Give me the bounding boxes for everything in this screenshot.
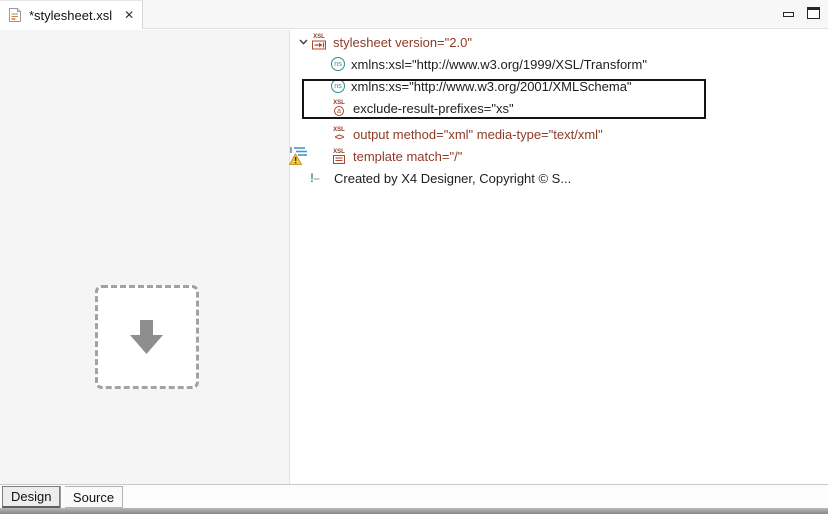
tree-row-label: output method="xml" media-type="text/xml… — [353, 127, 603, 142]
window-bottom-trim — [0, 508, 828, 514]
tab-close-icon[interactable]: ✕ — [124, 8, 134, 22]
xsl-stylesheet-icon: XSL — [311, 34, 327, 50]
xsl-outline-panel: XSL stylesheet version="2.0" ns xmlns:xs… — [291, 30, 828, 484]
drop-arrow-icon — [123, 313, 171, 361]
xsl-template-icon: XSL — [331, 149, 347, 164]
tab-design[interactable]: Design — [2, 486, 60, 508]
tree-row-template[interactable]: XSL template match="/" — [291, 145, 828, 167]
tree-row-stylesheet[interactable]: XSL stylesheet version="2.0" — [291, 31, 828, 53]
tab-title: *stylesheet.xsl — [29, 8, 112, 23]
editor-tab-bar: *stylesheet.xsl ✕ — [0, 0, 828, 29]
minimize-icon[interactable] — [783, 12, 794, 17]
tree-row-comment[interactable]: !-- Created by X4 Designer, Copyright © … — [291, 167, 828, 189]
view-switch-bar: Design Source — [0, 484, 828, 508]
tab-source[interactable]: Source — [65, 486, 123, 508]
tree-row-label: template match="/" — [353, 149, 462, 164]
xsl-file-icon — [7, 7, 23, 23]
comment-icon: !-- — [310, 171, 328, 185]
tree-row-label: xmlns:xs="http://www.w3.org/2001/XMLSche… — [351, 79, 632, 94]
tab-stylesheet-xsl[interactable]: *stylesheet.xsl ✕ — [0, 0, 143, 29]
tree-row-label: exclude-result-prefixes="xs" — [353, 101, 514, 116]
warning-marker-icon — [289, 145, 309, 166]
tree-row-exclude-result-prefixes[interactable]: XSL a exclude-result-prefixes="xs" — [291, 97, 828, 119]
tree-row-xmlns-xsl[interactable]: ns xmlns:xsl="http://www.w3.org/1999/XSL… — [291, 53, 828, 75]
design-canvas — [0, 30, 290, 484]
tree-row-xmlns-xs[interactable]: ns xmlns:xs="http://www.w3.org/2001/XMLS… — [291, 75, 828, 97]
xsl-tree: XSL stylesheet version="2.0" ns xmlns:xs… — [291, 30, 828, 189]
xsl-output-icon: XSL <> — [331, 127, 347, 141]
maximize-icon[interactable] — [807, 7, 820, 19]
chevron-down-icon[interactable] — [296, 39, 311, 45]
tree-row-label: xmlns:xsl="http://www.w3.org/1999/XSL/Tr… — [351, 57, 647, 72]
drop-target[interactable] — [95, 285, 199, 389]
tree-row-label: stylesheet version="2.0" — [333, 35, 472, 50]
tree-row-label: Created by X4 Designer, Copyright © S... — [334, 171, 571, 186]
namespace-icon: ns — [331, 57, 345, 71]
namespace-icon: ns — [331, 79, 345, 93]
xsl-attribute-icon: XSL a — [331, 100, 347, 116]
tree-row-output[interactable]: XSL <> output method="xml" media-type="t… — [291, 123, 828, 145]
